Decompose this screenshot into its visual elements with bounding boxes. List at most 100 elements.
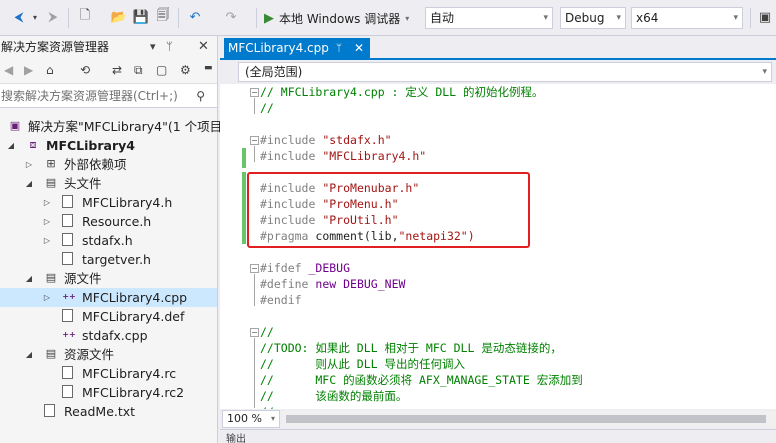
fold-toggle-icon[interactable]: − [250, 136, 259, 145]
header-file-icon [62, 252, 73, 265]
expand-icon[interactable]: ▷ [42, 193, 52, 212]
search-icon[interactable]: ⚲ [196, 84, 205, 108]
chevron-down-icon: ▾ [543, 13, 548, 23]
build-config-value: Debug [565, 11, 605, 25]
tree-item[interactable]: ▷ ⊞ 外部依赖项 [0, 155, 217, 174]
history-icon[interactable]: ⟲ [80, 63, 90, 77]
rc-file-icon [62, 366, 73, 379]
open-file-icon[interactable]: 📂 [110, 8, 128, 26]
collapse-panel-icon[interactable]: ▬ [204, 63, 213, 73]
close-icon[interactable]: ✕ [198, 36, 209, 58]
tree-item-label: MFCLibrary4.h [82, 195, 173, 210]
header-file-icon [62, 195, 73, 208]
solution-explorer-title: 解决方案资源管理器 [1, 40, 110, 54]
solution-search-input[interactable]: 搜索解决方案资源管理器(Ctrl+;) ⚲ [0, 84, 217, 108]
home-icon[interactable]: ⌂ [46, 63, 54, 77]
show-all-files-icon[interactable]: ▢ [156, 63, 167, 77]
horizontal-scrollbar[interactable] [282, 411, 776, 427]
tree-item[interactable]: ▷ ++ MFCLibrary4.cpp [0, 288, 217, 307]
tree-item-label: ReadMe.txt [64, 404, 136, 419]
cpp-file-icon: ++ [62, 292, 76, 301]
save-all-icon[interactable]: 🗐 [154, 8, 172, 26]
cpp-file-icon: ++ [62, 330, 76, 339]
forward-icon[interactable]: ▶ [24, 63, 33, 77]
redo-icon[interactable]: ↷ [222, 8, 240, 26]
close-icon[interactable]: ✕ [354, 38, 364, 59]
tree-item-label: MFCLibrary4.rc2 [82, 385, 185, 400]
collapse-icon[interactable]: ◢ [24, 174, 34, 193]
output-label: 输出 [226, 434, 246, 443]
fold-toggle-icon[interactable]: − [250, 328, 259, 337]
expand-icon[interactable]: ▷ [24, 155, 34, 174]
zoom-value: 100 % [227, 412, 262, 425]
save-icon[interactable]: 💾 [132, 8, 150, 26]
folder-icon: ▤ [45, 271, 57, 284]
expand-icon[interactable]: ▷ [42, 212, 52, 231]
solution-icon: ▣ [9, 119, 21, 132]
platform-select[interactable]: x64 ▾ [631, 7, 743, 29]
tree-item-label: stdafx.cpp [82, 328, 148, 343]
sync-icon[interactable]: ⇄ [112, 63, 122, 77]
tab-mfclibrary4-cpp[interactable]: MFCLibrary4.cpp ᛘ ✕ [224, 38, 370, 59]
start-debugger-button[interactable]: ▶ 本地 Windows 调试器 ▾ [264, 7, 409, 29]
pin-icon[interactable]: ᛘ [166, 36, 173, 58]
fold-toggle-icon[interactable]: − [250, 264, 259, 273]
tree-item[interactable]: MFCLibrary4.rc [0, 364, 217, 383]
tree-item[interactable]: ◢ ▤ 资源文件 [0, 345, 217, 364]
tree-item[interactable]: targetver.h [0, 250, 217, 269]
build-config-select[interactable]: Debug ▾ [560, 7, 626, 29]
highlight-annotation [247, 172, 530, 248]
scrollbar-thumb[interactable] [286, 415, 766, 423]
tree-item[interactable]: MFCLibrary4.rc2 [0, 383, 217, 402]
header-file-icon [62, 214, 73, 227]
fold-guide [254, 146, 255, 162]
pin-icon[interactable]: ᛘ [336, 38, 342, 59]
tree-item[interactable]: ▷ MFCLibrary4.h [0, 193, 217, 212]
back-icon[interactable]: ◀ [4, 63, 13, 77]
properties-icon[interactable]: ⚙ [180, 63, 191, 77]
code-line: #include "stdafx.h" [260, 133, 392, 147]
toolbar-overflow-icon[interactable]: ▣ [756, 8, 774, 26]
platform-value: x64 [636, 11, 659, 25]
expand-icon[interactable]: ▷ [42, 288, 52, 307]
tree-item[interactable]: ▣ 解决方案"MFCLibrary4"(1 个项目) [0, 117, 227, 136]
fold-guide [254, 98, 255, 114]
solution-explorer-header: 解决方案资源管理器 ▾ ᛘ ✕ [0, 36, 217, 58]
collapse-icon[interactable]: ◢ [24, 269, 34, 288]
main-toolbar: ⮜ ▾ ⮞ 🗋 📂 💾 🗐 ↶ ↷ ▶ 本地 Windows 调试器 ▾ 自动 … [0, 0, 776, 36]
text-file-icon [44, 404, 55, 417]
scope-select[interactable]: (全局范围) ▾ [238, 62, 772, 82]
undo-icon[interactable]: ↶ [186, 8, 204, 26]
code-line: // MFCLibrary4.cpp : 定义 DLL 的初始化例程。 [260, 85, 544, 99]
zoom-select[interactable]: 100 % ▾ [222, 410, 280, 428]
document-tab-bar: MFCLibrary4.cpp ᛘ ✕ [220, 38, 776, 60]
tree-item[interactable]: ◢ ⧈ MFCLibrary4 [0, 136, 217, 155]
dropdown-arrow-icon[interactable]: ▾ [26, 8, 44, 26]
collapse-icon[interactable]: ◢ [6, 136, 16, 155]
tree-item[interactable]: ++ stdafx.cpp [0, 326, 217, 345]
tree-item[interactable]: ◢ ▤ 源文件 [0, 269, 217, 288]
collapse-icon[interactable]: ◢ [24, 345, 34, 364]
auto-select[interactable]: 自动 ▾ [425, 7, 553, 29]
tree-item[interactable]: ◢ ▤ 头文件 [0, 174, 217, 193]
fold-toggle-icon[interactable]: − [250, 88, 259, 97]
forward-icon[interactable]: ⮞ [44, 8, 62, 26]
project-icon: ⧈ [29, 138, 37, 151]
tree-item[interactable]: ▷ stdafx.h [0, 231, 217, 250]
play-icon: ▶ [264, 10, 274, 26]
tree-item-label: stdafx.h [82, 233, 133, 248]
output-panel-tab[interactable]: 输出 [220, 429, 776, 443]
tree-item[interactable]: ReadMe.txt [0, 402, 217, 421]
dropdown-icon[interactable]: ▾ [150, 36, 156, 58]
expand-icon[interactable]: ▷ [42, 231, 52, 250]
tree-item-label: MFCLibrary4.def [82, 309, 185, 324]
code-line: // 该函数的最前面。 [260, 389, 408, 403]
tree-item[interactable]: ▷ Resource.h [0, 212, 217, 231]
scope-value: (全局范围) [245, 65, 303, 79]
new-project-icon[interactable]: 🗋 [76, 8, 94, 26]
collapse-all-icon[interactable]: ⧉ [134, 63, 143, 78]
folder-icon: ▤ [45, 176, 57, 189]
search-placeholder: 搜索解决方案资源管理器(Ctrl+;) [1, 89, 178, 103]
tree-item[interactable]: MFCLibrary4.def [0, 307, 217, 326]
tree-item-label: 外部依赖项 [64, 157, 127, 172]
